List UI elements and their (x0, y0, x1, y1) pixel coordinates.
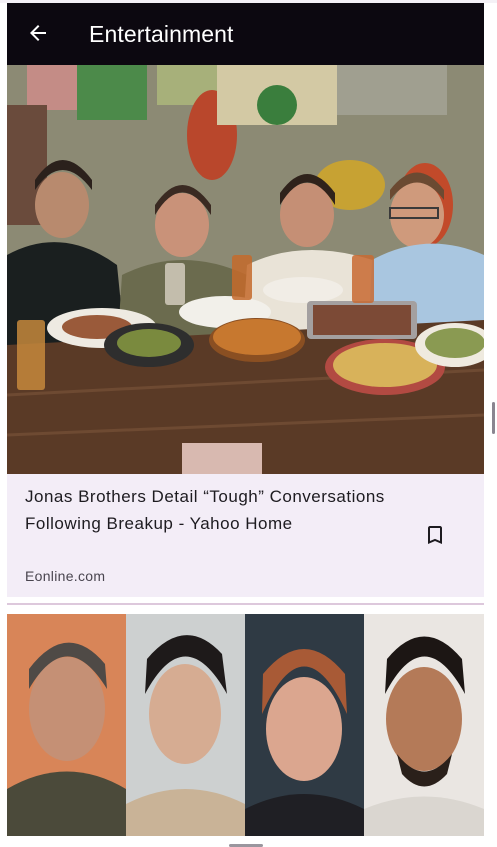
article-image (7, 65, 484, 474)
article-source: Eonline.com (25, 568, 106, 584)
bookmark-button[interactable] (417, 519, 453, 555)
bookmark-outline-icon (423, 523, 447, 552)
arrow-back-icon (26, 21, 50, 50)
page-title: Entertainment (89, 21, 234, 47)
article-card[interactable]: Jonas Brothers Detail “Tough” Conversati… (7, 65, 484, 597)
scrollbar-thumb[interactable] (492, 402, 495, 434)
article-card[interactable] (7, 605, 484, 847)
article-headline[interactable]: Jonas Brothers Detail “Tough” Conversati… (25, 483, 395, 537)
entertainment-screen: Entertainment Jonas Brothers Detail “Tou… (0, 0, 497, 847)
app-bar: Entertainment (7, 3, 484, 65)
article-image (7, 614, 484, 836)
back-button[interactable] (21, 18, 55, 52)
